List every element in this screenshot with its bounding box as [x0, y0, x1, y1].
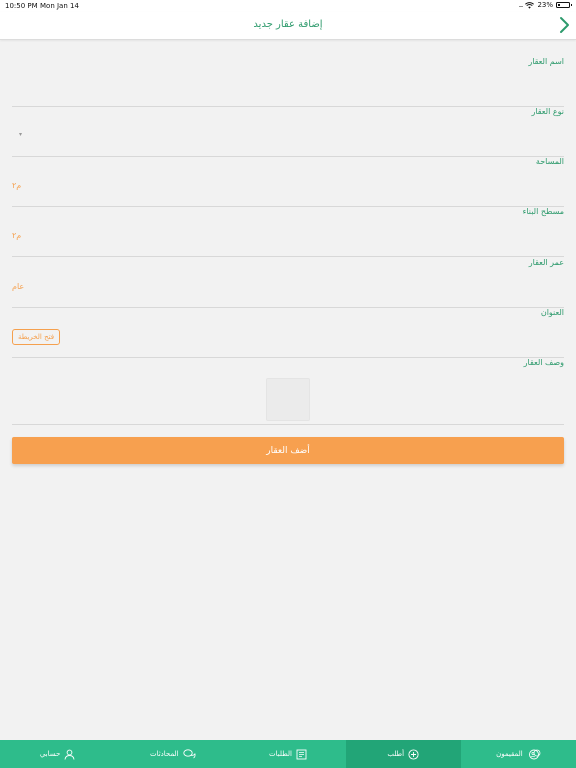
- area-field: المساحة م٢: [12, 157, 564, 207]
- status-indicators: .... 23%: [518, 1, 572, 9]
- tab-residents[interactable]: المقيمون: [461, 740, 576, 768]
- property-age-field: عمر العقار عام: [12, 258, 564, 308]
- status-bar: 10:50 PM Mon Jan 14 .... 23%: [0, 0, 576, 12]
- status-time: 10:50 PM: [5, 2, 38, 10]
- building-area-unit: م٢: [12, 231, 22, 240]
- chevron-right-icon[interactable]: [557, 16, 571, 34]
- open-map-button[interactable]: فتح الخريطة: [12, 329, 60, 345]
- tab-label: حسابي: [39, 750, 61, 758]
- building-area-label: مسطح البناء: [522, 207, 564, 216]
- building-area-input[interactable]: [12, 219, 564, 254]
- requests-icon: [296, 749, 307, 759]
- tab-label: أطلب: [387, 750, 405, 758]
- property-age-label: عمر العقار: [528, 258, 564, 267]
- navigation-bar: إضافة عقار جديد: [0, 12, 576, 40]
- address-label: العنوان: [540, 308, 564, 317]
- add-property-button[interactable]: أضف العقار: [12, 437, 564, 464]
- wifi-icon: [525, 1, 535, 9]
- tab-bar: المقيمون أطلب الطلبات المحادثات حسابي: [0, 740, 576, 768]
- property-age-input[interactable]: [12, 270, 564, 305]
- tab-label: الطلبات: [269, 750, 292, 758]
- tab-label: المقيمون: [496, 750, 523, 758]
- description-label: وصف العقار: [523, 358, 564, 367]
- property-name-field: اسم العقار: [12, 57, 564, 107]
- caret-down-icon: ▾: [19, 131, 23, 138]
- signal-icon: ....: [518, 1, 524, 9]
- property-type-label: نوع العقار: [531, 107, 564, 116]
- tab-label: المحادثات: [150, 750, 179, 758]
- tab-account[interactable]: حسابي: [0, 740, 115, 768]
- add-circle-icon: [408, 748, 419, 760]
- residents-icon: [528, 749, 541, 759]
- page-title: إضافة عقار جديد: [253, 19, 323, 30]
- description-field: وصف العقار: [12, 358, 564, 425]
- area-input[interactable]: [12, 169, 564, 204]
- tab-order[interactable]: أطلب: [345, 740, 461, 768]
- status-date: Mon Jan 14: [40, 2, 79, 10]
- chat-icon: [182, 749, 196, 759]
- tab-requests[interactable]: الطلبات: [230, 740, 345, 768]
- image-upload-placeholder[interactable]: [266, 378, 310, 421]
- address-field: العنوان فتح الخريطة: [12, 308, 564, 358]
- area-label: المساحة: [535, 157, 564, 166]
- property-age-unit: عام: [12, 282, 25, 291]
- battery-level: [558, 4, 561, 6]
- property-name-label: اسم العقار: [528, 57, 564, 66]
- user-icon: [64, 749, 75, 760]
- property-name-input[interactable]: [12, 69, 564, 104]
- property-type-select[interactable]: [12, 119, 564, 154]
- battery-percent: 23%: [537, 1, 553, 9]
- tab-chats[interactable]: المحادثات: [115, 740, 230, 768]
- property-type-field: نوع العقار ▾: [12, 107, 564, 157]
- battery-icon: [556, 2, 572, 8]
- area-unit: م٢: [12, 181, 22, 190]
- building-area-field: مسطح البناء م٢: [12, 207, 564, 257]
